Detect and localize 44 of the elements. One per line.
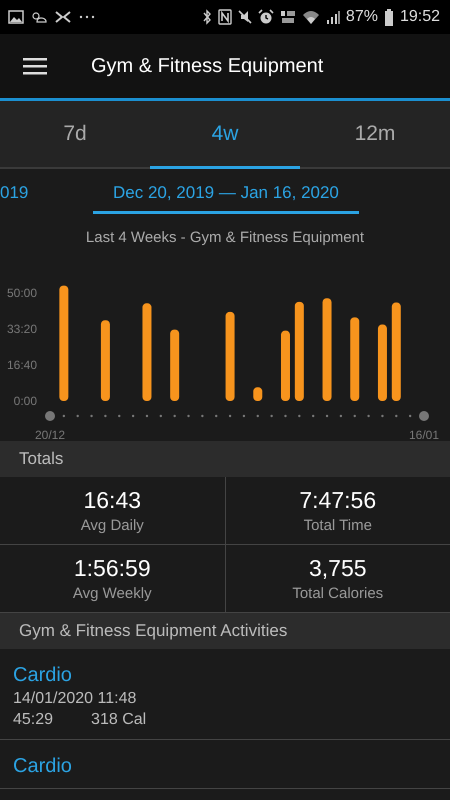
screen-title: Gym & Fitness Equipment <box>91 54 324 78</box>
previous-range-label[interactable]: 019 <box>0 183 38 203</box>
alarm-icon <box>258 9 274 25</box>
activity-calories: 318 Cal <box>91 711 146 729</box>
stat-value: 7:47:56 <box>299 487 376 514</box>
activity-duration: 45:29 <box>13 711 54 729</box>
chart-bar <box>253 387 262 401</box>
signal-icon <box>326 9 340 25</box>
activity-title[interactable]: Cardio <box>13 755 437 778</box>
axis-tick-label: 16/01 <box>408 428 440 439</box>
stat-value: 1:56:59 <box>74 555 151 582</box>
period-tab[interactable]: 12m <box>300 101 450 169</box>
stat-value: 3,755 <box>308 555 367 582</box>
stat-label: Total Calories <box>292 585 384 602</box>
section-header: Totals <box>19 449 64 469</box>
activity-title[interactable]: Cardio <box>13 664 437 687</box>
battery-percentage: 87% <box>346 8 378 26</box>
menu-icon[interactable] <box>23 57 47 75</box>
date-range-label: Dec 20, 2019 — Jan 16, 2020 <box>93 183 359 214</box>
chart-bar <box>280 330 290 401</box>
cross-icon <box>54 10 72 24</box>
stat-label: Avg Daily <box>80 517 144 534</box>
axis-tick-label: 50:00 <box>6 286 37 300</box>
axis-tick-label: 0:00 <box>14 394 37 408</box>
weather-icon <box>30 10 48 24</box>
period-tab[interactable]: 7d <box>0 101 150 169</box>
mute-icon <box>238 9 252 25</box>
chart-title: Last 4 Weeks - Gym & Fitness Equipment <box>84 229 366 248</box>
stat-value: 16:43 <box>83 487 142 514</box>
axis-tick-label: 20/12 <box>34 428 66 439</box>
period-tab[interactable]: 4w <box>150 101 300 169</box>
image-icon <box>8 10 24 24</box>
stat-label: Avg Weekly <box>72 585 152 602</box>
section-header: Gym & Fitness Equipment Activities <box>19 621 288 641</box>
axis-tick-label: 33:20 <box>6 322 37 336</box>
clock-time: 19:52 <box>400 8 440 26</box>
stat-label: Total Time <box>304 517 372 534</box>
battery-icon <box>384 8 394 26</box>
chart-bar <box>170 330 180 401</box>
bluetooth-icon <box>202 9 212 25</box>
axis-tick-label: 16:40 <box>6 358 37 372</box>
nfc-icon <box>218 9 232 25</box>
activity-datetime: 14/01/2020 11:48 <box>13 690 138 708</box>
wifi-icon <box>302 9 320 25</box>
